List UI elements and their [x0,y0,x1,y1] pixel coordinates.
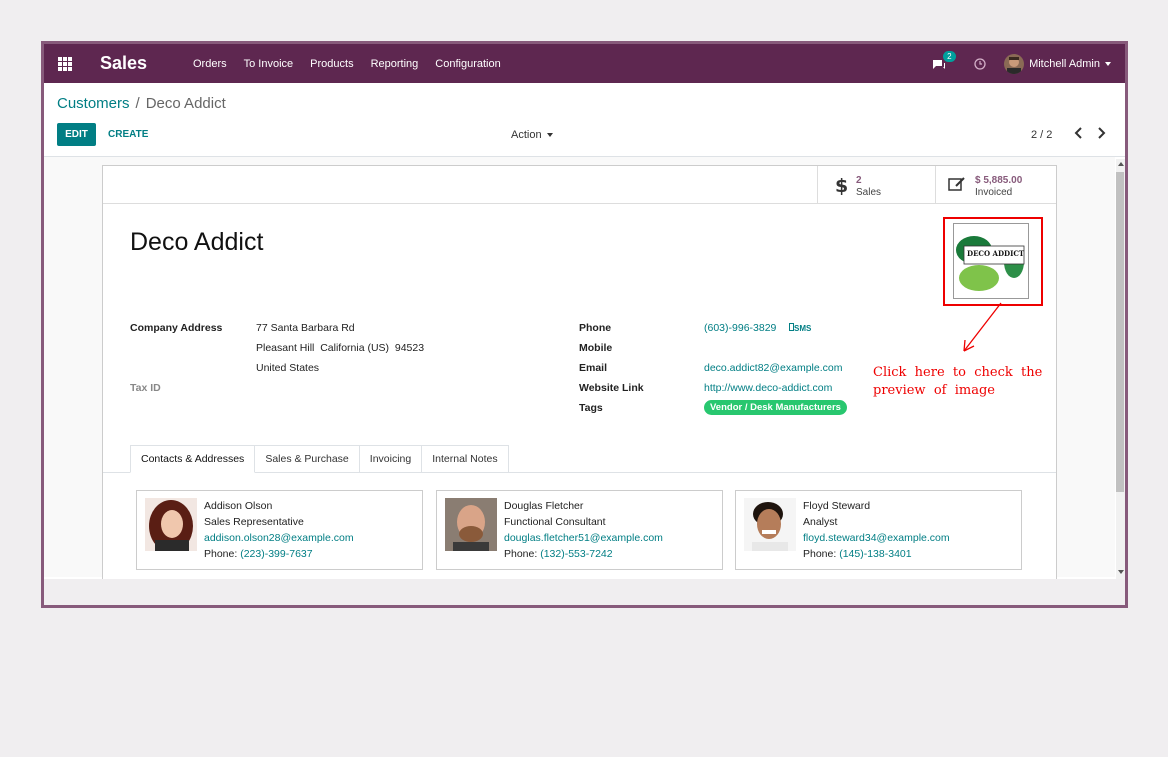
edit-document-icon [948,177,965,191]
scroll-up-icon[interactable] [1118,162,1124,166]
action-dropdown[interactable]: Action [511,129,553,141]
contact-name: Addison Olson [204,500,273,512]
contact-phone-number[interactable]: (132)-553-7242 [540,548,612,560]
contact-photo [744,498,796,551]
dollar-icon: $ [835,175,847,195]
tab-invoicing[interactable]: Invoicing [359,445,423,473]
contact-email[interactable]: floyd.steward34@example.com [803,532,950,544]
contact-phone: Phone: (145)-138-3401 [803,548,912,560]
navbar-right: 2 Mitchell Admin [932,44,1125,83]
scrollbar-thumb[interactable] [1116,172,1124,492]
tab-internal-notes[interactable]: Internal Notes [422,445,509,473]
contact-phone-number[interactable]: (145)-138-3401 [839,548,911,560]
breadcrumb-separator: / [135,95,140,112]
edit-button[interactable]: EDIT [57,123,96,146]
partner-name: Deco Addict [130,228,264,256]
tags-label: Tags [579,402,603,414]
website-label: Website Link [579,382,644,394]
contact-photo [445,498,497,551]
sms-button[interactable]: SMS [789,323,811,333]
control-panel: Customers / Deco Addict EDIT CREATE Action… [44,83,1125,157]
mobile-label: Mobile [579,342,613,354]
invoiced-label: Invoiced [975,187,1013,198]
smart-button-box: $ 2 Sales $ 5,885.00 Invoiced [103,166,1056,204]
tab-sales-purchase[interactable]: Sales & Purchase [255,445,360,473]
website-link[interactable]: http://www.deco-addict.com [704,382,832,394]
email-label: Email [579,362,608,374]
action-caret-icon [546,133,553,138]
contact-photo [145,498,197,551]
address-street: 77 Santa Barbara Rd [256,322,355,334]
contact-phone-number[interactable]: (223)-399-7637 [240,548,312,560]
app-window: Sales Orders To Invoice Products Reporti… [41,41,1128,608]
phone-link[interactable]: (603)-996-3829 [704,322,776,334]
breadcrumb-current: Deco Addict [145,95,226,112]
sales-count: 2 [856,175,862,186]
invoiced-amount: $ 5,885.00 [975,175,1023,186]
contact-name: Floyd Steward [803,500,871,512]
invoiced-smart-button[interactable]: $ 5,885.00 Invoiced [935,166,1056,203]
menu-products[interactable]: Products [310,58,353,70]
address-country: United States [256,362,320,374]
menu-orders[interactable]: Orders [193,58,227,70]
main-menu: Orders To Invoice Products Reporting Con… [193,44,518,83]
breadcrumb-customers[interactable]: Customers [57,95,130,112]
contact-phone-label: Phone: [204,548,241,560]
tax-id-label: Tax ID [130,382,161,394]
contact-phone: Phone: (132)-553-7242 [504,548,613,560]
annotation-line-1: Click here to check the [873,365,1043,380]
vendor-tag[interactable]: Vendor / Desk Manufacturers [704,400,847,415]
pager-value: 2 / 2 [1031,129,1053,141]
app-name[interactable]: Sales [100,53,147,74]
contact-name: Douglas Fletcher [504,500,584,512]
contact-email[interactable]: douglas.fletcher51@example.com [504,532,663,544]
pager-next-icon[interactable] [1096,127,1106,139]
pager-previous-icon[interactable] [1074,127,1084,139]
menu-configuration[interactable]: Configuration [435,58,500,70]
contact-role: Sales Representative [204,516,304,528]
user-avatar[interactable] [1004,53,1025,74]
highlight-box [943,217,1043,306]
tab-contacts-addresses[interactable]: Contacts & Addresses [130,445,256,473]
annotation-line-2: preview of image [873,383,995,398]
messages-count-badge: 2 [943,50,956,62]
create-button[interactable]: CREATE [108,129,148,140]
action-label: Action [511,129,542,141]
contact-phone: Phone: (223)-399-7637 [204,548,313,560]
menu-to-invoice[interactable]: To Invoice [244,58,294,70]
user-caret-icon [1105,61,1111,66]
notebook-tabs: Contacts & Addresses Sales & Purchase In… [130,445,509,473]
contact-role: Functional Consultant [504,516,606,528]
contact-card[interactable]: Douglas Fletcher Functional Consultant d… [436,490,723,570]
menu-reporting[interactable]: Reporting [371,58,419,70]
user-menu[interactable]: Mitchell Admin [1029,58,1111,70]
phone-label: Phone [579,322,612,334]
company-address-label: Company Address [130,322,223,334]
sales-smart-button[interactable]: $ 2 Sales [817,166,936,203]
contact-phone-label: Phone: [803,548,840,560]
top-navbar: Sales Orders To Invoice Products Reporti… [44,44,1125,83]
sms-label: SMS [794,324,812,333]
annotation-arrow-icon [963,302,1002,352]
activity-clock-icon[interactable] [974,57,986,70]
messages-icon[interactable]: 2 [932,50,956,72]
sales-label: Sales [856,187,882,198]
address-city-state-zip: Pleasant Hill California (US) 94523 [256,342,425,354]
contact-card[interactable]: Floyd Steward Analyst floyd.steward34@ex… [735,490,1022,570]
scroll-down-icon[interactable] [1118,570,1124,574]
contact-role: Analyst [803,516,838,528]
contact-email[interactable]: addison.olson28@example.com [204,532,354,544]
annotation-text: Click here to check the preview of image [873,364,1042,400]
form-sheet: $ 2 Sales $ 5,885.00 Invoiced Deco Addic… [102,165,1057,587]
contact-phone-label: Phone: [504,548,541,560]
breadcrumb: Customers / Deco Addict [57,95,226,112]
contact-card[interactable]: Addison Olson Sales Representative addis… [136,490,423,570]
svg-text:$: $ [835,175,847,195]
apps-grid-icon[interactable] [58,57,72,71]
email-link[interactable]: deco.addict82@example.com [704,362,842,374]
window-footer-area [44,579,1125,605]
user-name: Mitchell Admin [1029,57,1100,70]
